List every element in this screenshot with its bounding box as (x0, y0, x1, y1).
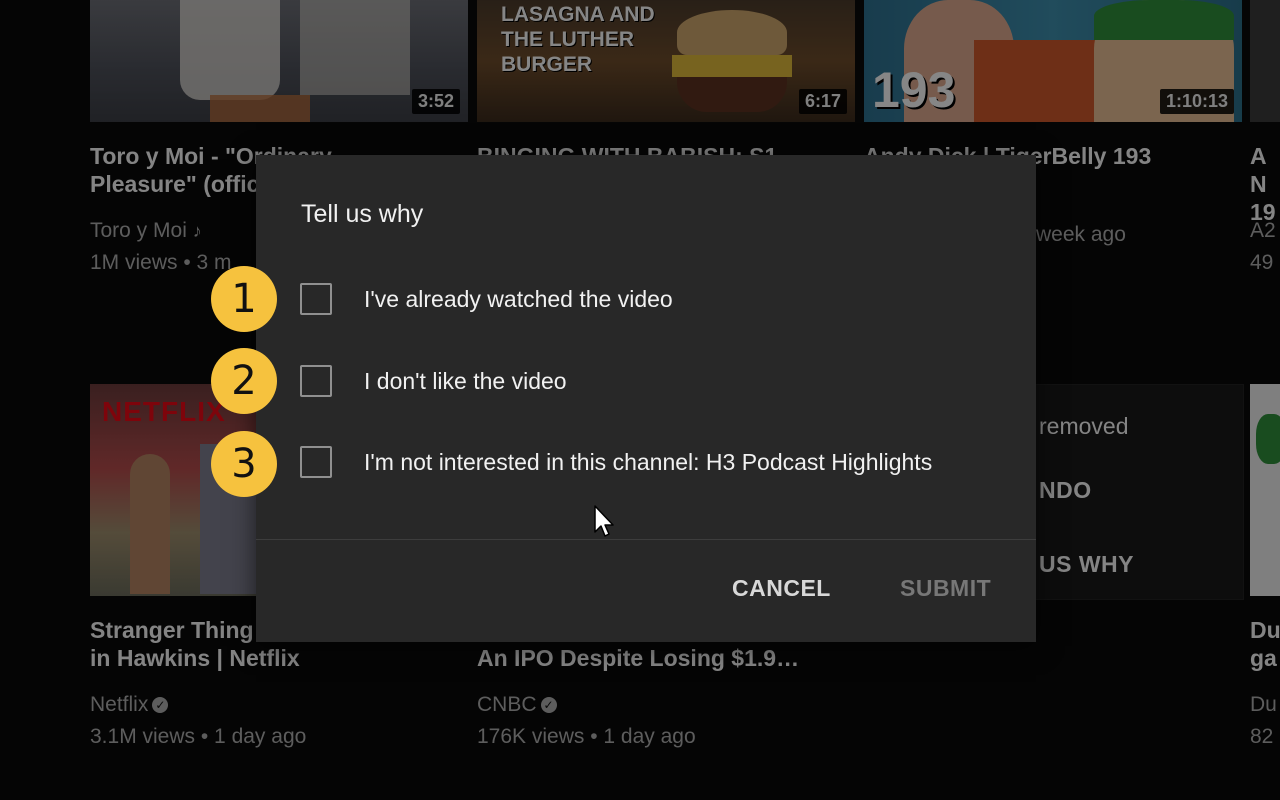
cancel-button[interactable]: CANCEL (732, 575, 831, 602)
dialog-title: Tell us why (301, 200, 424, 228)
tell-us-why-dialog: Tell us why I've already watched the vid… (256, 155, 1036, 642)
submit-button[interactable]: SUBMIT (900, 575, 991, 602)
dialog-divider (256, 539, 1036, 540)
annotation-badge-1: 1 (211, 266, 277, 332)
option-already-watched[interactable]: I've already watched the video (300, 281, 673, 317)
option-label: I don't like the video (364, 367, 567, 394)
checkbox[interactable] (300, 283, 332, 315)
mouse-cursor-icon (594, 505, 614, 537)
annotation-badge-3: 3 (211, 431, 277, 497)
checkbox[interactable] (300, 365, 332, 397)
option-label: I'm not interested in this channel: H3 P… (364, 448, 933, 475)
option-not-interested-channel[interactable]: I'm not interested in this channel: H3 P… (300, 444, 932, 480)
option-dont-like[interactable]: I don't like the video (300, 363, 567, 399)
annotation-badge-2: 2 (211, 348, 277, 414)
option-label: I've already watched the video (364, 285, 673, 312)
checkbox[interactable] (300, 446, 332, 478)
